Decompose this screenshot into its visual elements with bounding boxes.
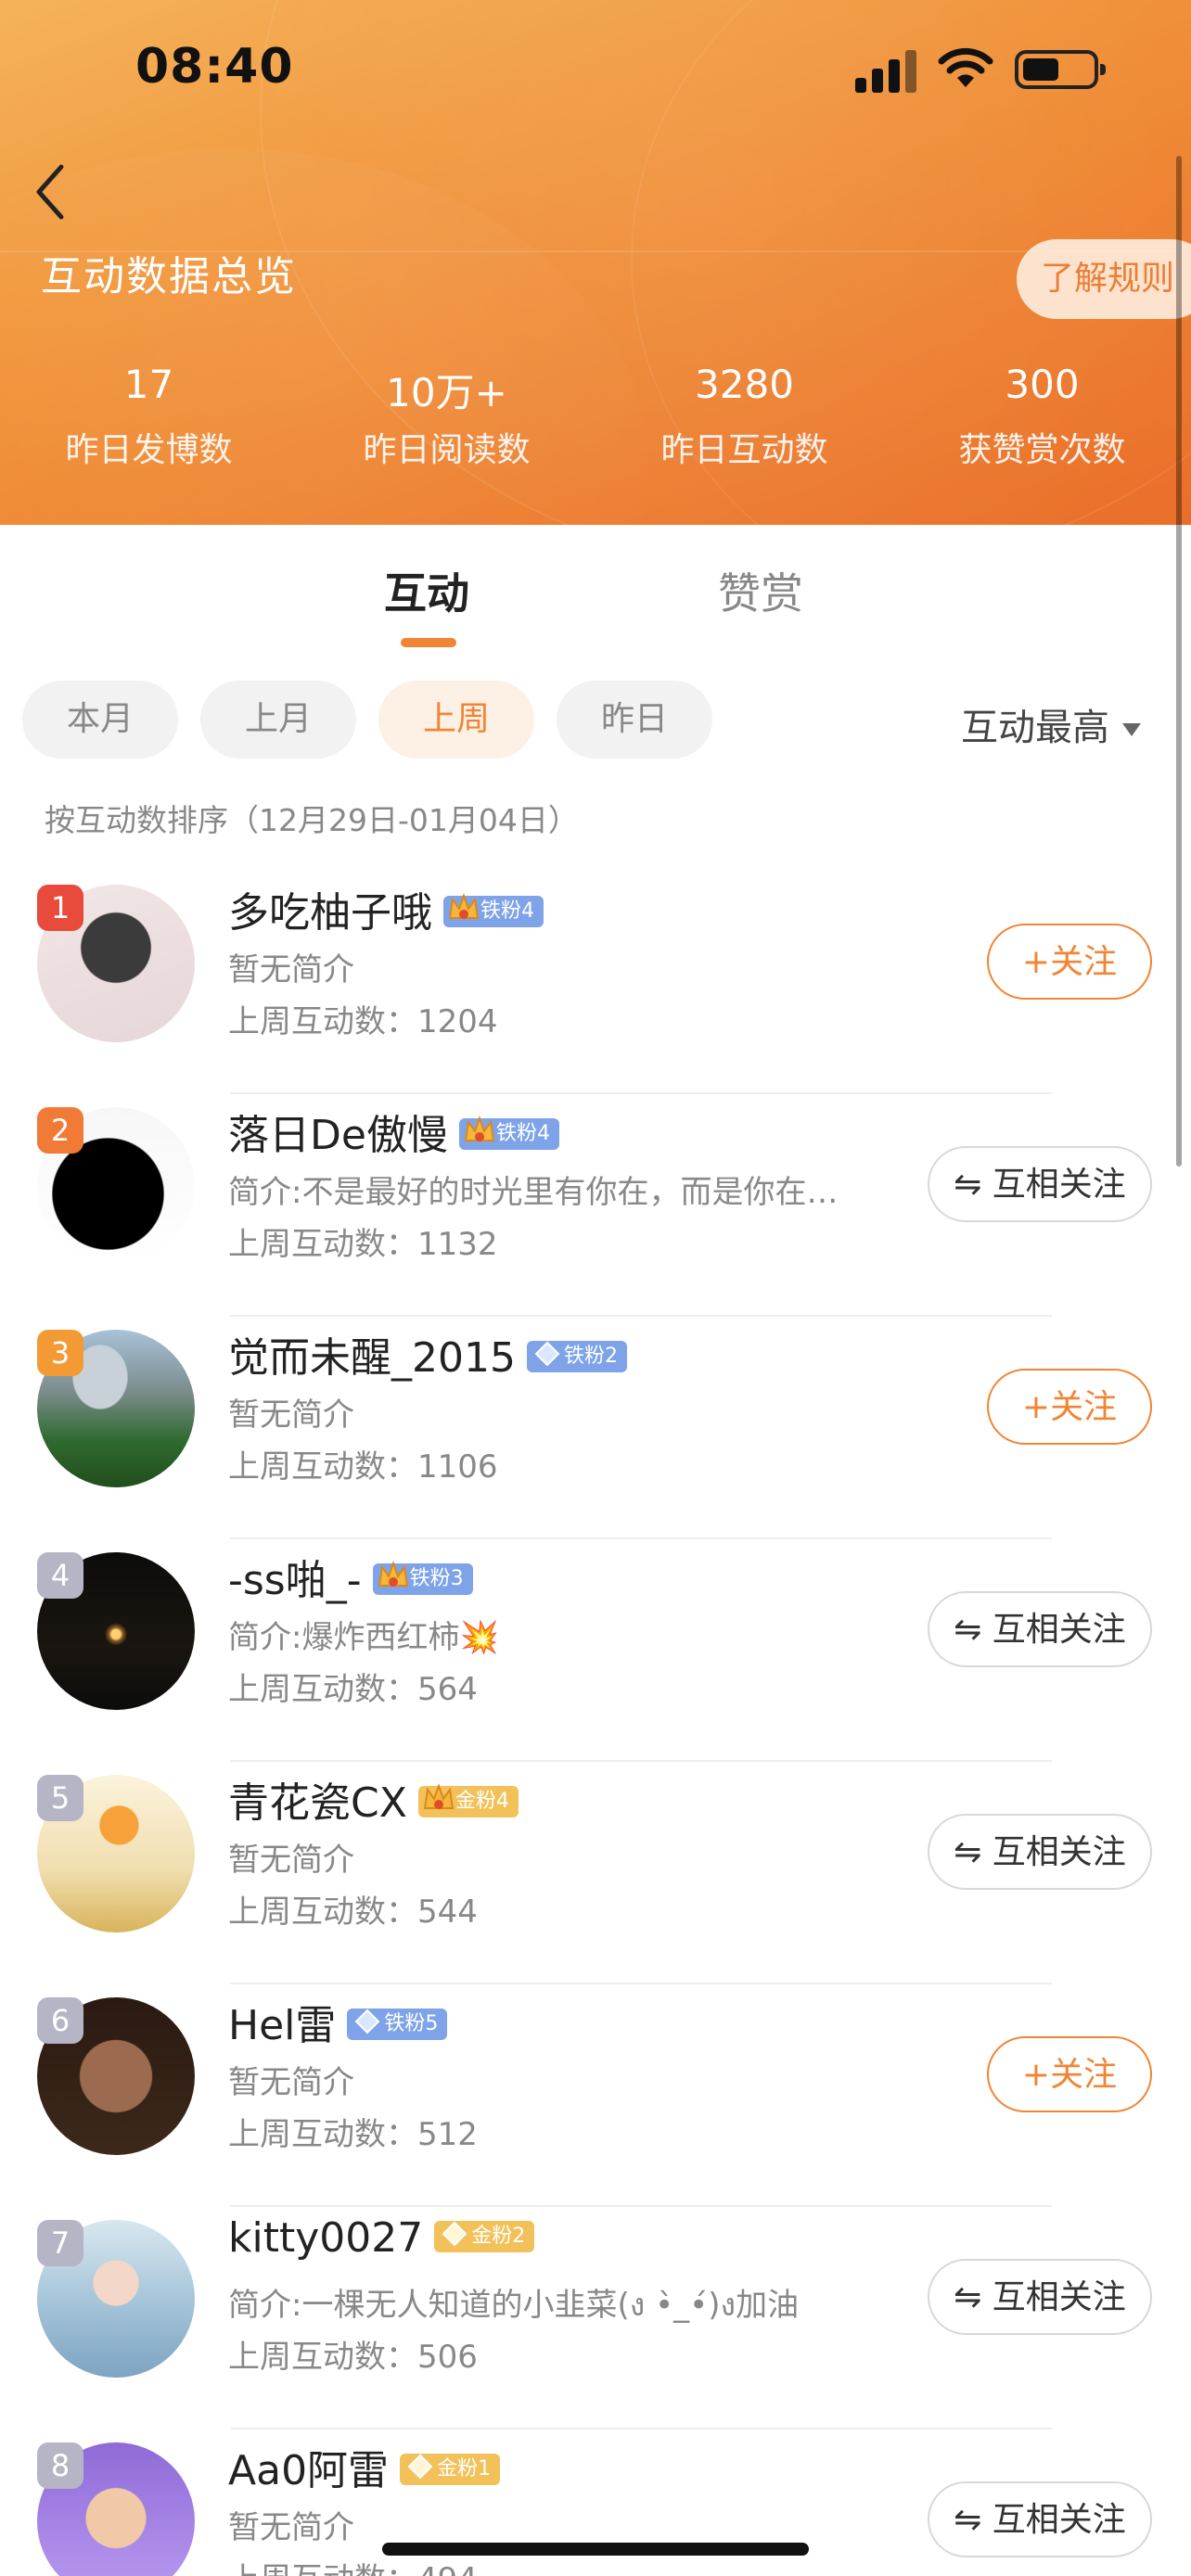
- crown-icon: [464, 1116, 495, 1141]
- interaction-count: 上周互动数：564: [228, 1671, 478, 1708]
- filter-yesterday[interactable]: 昨日: [557, 681, 712, 759]
- sort-dropdown[interactable]: 互动最高: [961, 697, 1141, 751]
- fan-badge: 铁粉4: [458, 1116, 559, 1150]
- follow-button[interactable]: +关注: [987, 1369, 1152, 1445]
- stat-rewards: 300 获赞赏次数: [958, 362, 1126, 469]
- mutual-follow-button[interactable]: ⇋ 互相关注: [928, 2481, 1152, 2557]
- fan-badge: 铁粉2: [526, 1341, 627, 1372]
- rank-badge: 2: [37, 1107, 83, 1154]
- home-indicator[interactable]: [382, 2543, 809, 2556]
- list-item[interactable]: 5 青花瓷CX 金粉4 暂无简介 上周互动数：544 ⇋ 互相关注: [0, 1762, 1191, 1984]
- user-name[interactable]: Aa0阿雷 金粉1: [228, 2437, 501, 2496]
- list-item[interactable]: 4 -ss啪_- 铁粉3 简介:爆炸西红柿💥 上周互动数：564 ⇋ 互相关注: [0, 1539, 1191, 1762]
- stat-reads: 10万+ 昨日阅读数: [363, 370, 531, 469]
- interaction-count: 上周互动数：512: [228, 2116, 478, 2153]
- scrollbar[interactable]: [1176, 156, 1182, 1167]
- user-bio: 简介:一棵无人知道的小韭菜(ง •̀_•́)ง加油: [228, 2287, 800, 2324]
- crown-icon: [448, 893, 480, 919]
- user-name[interactable]: 觉而未醒_2015 铁粉2: [228, 1324, 627, 1384]
- status-time: 08:40: [135, 39, 294, 95]
- diamond-icon: [442, 2221, 467, 2247]
- cellular-signal-icon: [855, 48, 918, 93]
- diamond-icon: [407, 2454, 433, 2480]
- rank-badge: 5: [37, 1775, 83, 1821]
- list-item[interactable]: 3 觉而未醒_2015 铁粉2 暂无简介 上周互动数：1106 +关注: [0, 1317, 1191, 1539]
- page-title: 互动数据总览: [41, 253, 297, 300]
- mutual-follow-button[interactable]: ⇋ 互相关注: [928, 1146, 1152, 1222]
- rules-button[interactable]: 了解规则: [1017, 239, 1191, 319]
- user-name[interactable]: -ss啪_- 铁粉3: [228, 1547, 473, 1606]
- list-item[interactable]: 7 kitty0027 金粉2 简介:一棵无人知道的小韭菜(ง •̀_•́)ง加油…: [0, 2207, 1191, 2429]
- user-bio: 简介:不是最好的时光里有你在，而是你在…: [228, 1174, 839, 1211]
- list-item[interactable]: 2 落日De傲慢 铁粉4 简介:不是最好的时光里有你在，而是你在… 上周互动数：1…: [0, 1094, 1191, 1317]
- rank-badge: 7: [37, 2220, 83, 2266]
- filter-this-month[interactable]: 本月: [22, 681, 178, 759]
- stat-interactions: 3280 昨日互动数: [660, 362, 828, 469]
- list-item[interactable]: 6 Hel雷 铁粉5 暂无简介 上周互动数：512 +关注: [0, 1984, 1191, 2207]
- user-name[interactable]: 青花瓷CX 金粉4: [228, 1769, 519, 1829]
- interaction-count: 上周互动数：1132: [228, 1226, 498, 1263]
- dropdown-triangle-icon: [1122, 723, 1141, 736]
- tab-reward[interactable]: 赞赏: [718, 560, 803, 621]
- header-banner: 08:40 互动数据总览 了解规则 17 昨日发博数 10万+ 昨日阅读数 32…: [0, 0, 1191, 525]
- sort-label: 互动最高: [961, 707, 1109, 749]
- fan-badge: 铁粉4: [443, 893, 544, 927]
- user-bio: 暂无简介: [228, 2509, 354, 2546]
- user-bio: 暂无简介: [228, 951, 354, 988]
- user-name[interactable]: Hel雷 铁粉5: [228, 1992, 448, 2051]
- list-item[interactable]: 1 多吃柚子哦 铁粉4 暂无简介 上周互动数：1204 +关注: [0, 872, 1191, 1094]
- interaction-count: 上周互动数：494: [228, 2554, 478, 2576]
- tab-interaction[interactable]: 互动: [384, 560, 469, 621]
- mutual-follow-button[interactable]: ⇋ 互相关注: [928, 1814, 1152, 1890]
- wifi-icon: [938, 47, 993, 87]
- follow-button[interactable]: +关注: [987, 2036, 1152, 2112]
- rank-badge: 8: [37, 2442, 83, 2489]
- fan-badge: 铁粉5: [347, 2009, 448, 2040]
- interaction-count: 上周互动数：506: [228, 2339, 478, 2376]
- mutual-follow-button[interactable]: ⇋ 互相关注: [928, 2259, 1152, 2335]
- interaction-count: 上周互动数：1204: [228, 1003, 498, 1040]
- user-bio: 暂无简介: [228, 1396, 354, 1434]
- interaction-count: 上周互动数：544: [228, 1894, 478, 1931]
- diamond-icon: [534, 1341, 560, 1367]
- follow-button[interactable]: +关注: [987, 924, 1152, 1000]
- back-arrow-icon[interactable]: [28, 159, 74, 224]
- interaction-count: 上周互动数：1106: [228, 1448, 498, 1486]
- fan-badge: 金粉2: [434, 2221, 535, 2252]
- rank-badge: 1: [37, 885, 83, 931]
- user-name[interactable]: 落日De傲慢 铁粉4: [228, 1102, 559, 1161]
- tab-bar: 互动 赞赏: [0, 538, 1191, 647]
- user-bio: 暂无简介: [228, 1842, 354, 1879]
- fan-badge: 铁粉3: [372, 1561, 473, 1595]
- rank-badge: 3: [37, 1330, 83, 1376]
- rank-badge: 6: [37, 1997, 83, 2044]
- fan-badge: 金粉1: [400, 2454, 501, 2485]
- user-name[interactable]: kitty0027 金粉2: [228, 2214, 535, 2262]
- fan-badge: 金粉4: [417, 1783, 519, 1817]
- rank-badge: 4: [37, 1552, 83, 1599]
- stats-row: 17 昨日发博数 10万+ 昨日阅读数 3280 昨日互动数 300 获赞赏次数: [0, 362, 1191, 471]
- user-bio: 简介:爆炸西红柿💥: [228, 1619, 499, 1656]
- battery-icon: [1015, 50, 1106, 89]
- crown-icon: [423, 1783, 455, 1809]
- user-name[interactable]: 多吃柚子哦 铁粉4: [228, 879, 544, 938]
- crown-icon: [378, 1561, 408, 1587]
- tab-indicator: [401, 638, 456, 647]
- filter-last-month[interactable]: 上月: [200, 681, 356, 759]
- filter-last-week[interactable]: 上周: [378, 681, 534, 759]
- diamond-icon: [354, 2009, 380, 2034]
- sort-note: 按互动数排序（12月29日-01月04日）: [45, 802, 579, 838]
- mutual-follow-button[interactable]: ⇋ 互相关注: [928, 1591, 1152, 1667]
- stat-posts: 17 昨日发博数: [65, 362, 233, 469]
- user-bio: 暂无简介: [228, 2064, 354, 2101]
